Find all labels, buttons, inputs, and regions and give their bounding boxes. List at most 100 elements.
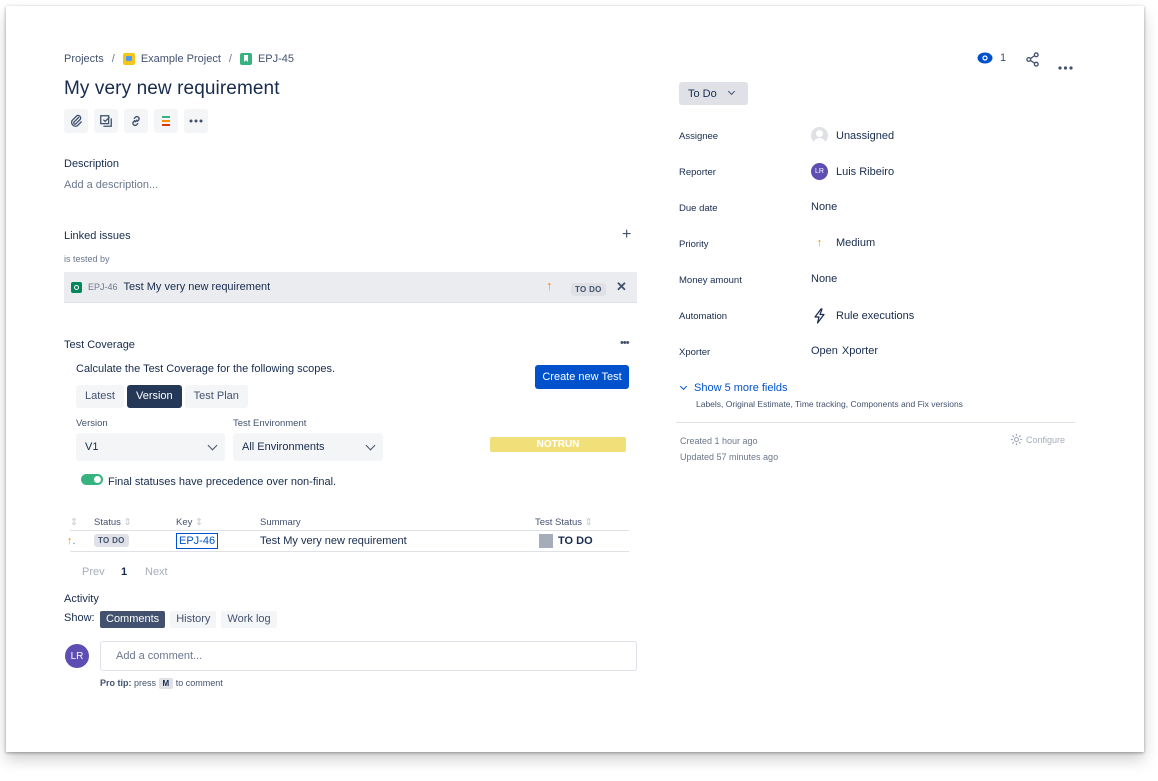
show-more-fields-list: Labels, Original Estimate, Time tracking…	[696, 399, 963, 409]
table-row[interactable]: ↑. TO DO EPJ-46 Test My very new require…	[67, 530, 629, 552]
tab-work-log[interactable]: Work log	[221, 611, 277, 628]
coverage-table: ⇕ Status ⇕ Key ⇕ Summary Test Status ⇕ ↑…	[67, 516, 629, 552]
description-heading: Description	[64, 158, 120, 170]
test-coverage-heading: Test Coverage	[64, 339, 135, 351]
status-lozenge: TO DO	[94, 534, 129, 547]
linked-issue-summary[interactable]: Test My very new requirement	[124, 281, 271, 293]
pro-tip-press: press	[134, 678, 157, 688]
updated-timestamp: Updated 57 minutes ago	[680, 452, 779, 462]
activity-show-label: Show:	[64, 612, 95, 624]
more-actions-icon[interactable]	[1058, 57, 1073, 75]
column-test-status[interactable]: Test Status ⇕	[535, 516, 629, 531]
version-label: Version	[76, 418, 108, 429]
final-status-toggle[interactable]	[81, 474, 103, 485]
configure-button[interactable]: Configure	[1010, 433, 1065, 446]
xray-icon[interactable]	[154, 109, 178, 133]
column-test-status-label: Test Status	[535, 517, 582, 529]
gear-icon	[1010, 433, 1023, 446]
more-icon[interactable]	[184, 109, 208, 133]
environment-select-value: All Environments	[242, 441, 325, 453]
story-icon	[239, 53, 252, 65]
assignee-label: Assignee	[679, 131, 719, 142]
issue-view-frame: Projects / Example Project / EPJ-45 My v…	[6, 6, 1144, 752]
tab-comments[interactable]: Comments	[100, 611, 166, 628]
chevron-down-icon	[679, 382, 688, 390]
version-select-value: V1	[85, 441, 99, 453]
automation-label: Automation	[679, 311, 728, 322]
activity-heading: Activity	[64, 593, 99, 605]
eye-icon	[977, 52, 993, 64]
column-status[interactable]: Status ⇕	[94, 516, 176, 531]
column-key[interactable]: Key ⇕	[176, 516, 260, 531]
money-amount-value[interactable]: None	[811, 273, 837, 285]
keyboard-shortcut-key: M	[158, 678, 174, 689]
create-new-test-button[interactable]: Create new Test	[535, 365, 629, 389]
assignee-value: Unassigned	[836, 129, 895, 142]
status-transition-button[interactable]: To Do	[679, 82, 748, 105]
scope-latest[interactable]: Latest	[76, 385, 124, 408]
description-field[interactable]: Add a description...	[64, 179, 158, 191]
unassigned-avatar-icon	[811, 127, 828, 144]
test-status-text: TO DO	[558, 534, 593, 547]
paperclip-icon[interactable]	[64, 109, 88, 133]
watcher-count: 1	[1000, 52, 1007, 64]
test-coverage-more-icon[interactable]: •••	[620, 337, 630, 349]
issue-key-link[interactable]: EPJ-46	[176, 532, 219, 549]
pro-tip-label: Pro tip:	[100, 678, 132, 688]
scope-selector: Latest Version Test Plan	[76, 385, 248, 408]
checklist-icon[interactable]	[94, 109, 118, 133]
scope-test-plan[interactable]: Test Plan	[184, 385, 248, 408]
priority-value: Medium	[836, 237, 876, 249]
test-icon	[71, 281, 82, 293]
chevron-down-icon	[727, 87, 735, 96]
issue-title[interactable]: My very new requirement	[64, 78, 280, 100]
column-status-label: Status	[94, 517, 121, 529]
automation-field[interactable]: Rule executions	[811, 308, 914, 324]
issue-toolbar	[64, 109, 208, 133]
final-status-toggle-label: Final statuses have precedence over non-…	[108, 476, 337, 488]
breadcrumb-projects[interactable]: Projects	[64, 53, 104, 65]
key-cell: EPJ-46	[176, 530, 260, 552]
xporter-label: Xporter	[679, 347, 711, 358]
linked-issues-heading: Linked issues	[64, 230, 131, 242]
lightning-icon	[814, 308, 825, 324]
test-status-cell: TO DO	[535, 530, 629, 552]
chevron-down-icon	[207, 440, 218, 450]
watch-button[interactable]: 1	[977, 52, 1006, 64]
linked-issue-row[interactable]: EPJ-46 Test My very new requirement ↑ TO…	[64, 272, 637, 303]
environment-select[interactable]: All Environments	[233, 433, 383, 461]
column-sort-icon[interactable]: ⇕	[70, 516, 94, 531]
pager-prev[interactable]: Prev	[82, 566, 105, 578]
breadcrumb-project[interactable]: Example Project	[141, 53, 221, 65]
open-xporter-link[interactable]: Open Xporter	[811, 345, 878, 357]
breadcrumb: Projects / Example Project / EPJ-45	[64, 53, 294, 65]
breadcrumb-separator: /	[111, 53, 115, 65]
add-link-button[interactable]: +	[622, 226, 631, 244]
status-cell: TO DO	[94, 530, 176, 552]
breadcrumb-issue-key[interactable]: EPJ-45	[258, 53, 294, 65]
pro-tip-rest: to comment	[175, 678, 223, 688]
reporter-avatar: LR	[811, 163, 828, 180]
version-select[interactable]: V1	[76, 433, 225, 461]
priority-medium-icon: ↑	[816, 237, 823, 249]
assignee-field[interactable]: Unassigned	[811, 127, 894, 144]
due-date-label: Due date	[679, 203, 718, 214]
scope-version[interactable]: Version	[126, 385, 182, 408]
priority-field[interactable]: ↑ Medium	[811, 237, 875, 249]
comment-input[interactable]: Add a comment...	[100, 641, 637, 671]
column-summary[interactable]: Summary	[260, 516, 535, 531]
coverage-status-bar: NOTRUN	[490, 437, 626, 452]
chevron-down-icon	[365, 440, 376, 450]
link-icon[interactable]	[124, 109, 148, 133]
unlink-close-icon[interactable]: ✕	[616, 279, 627, 295]
reporter-field[interactable]: LR Luis Ribeiro	[811, 163, 894, 180]
pager-page[interactable]: 1	[121, 566, 127, 578]
pager-next[interactable]: Next	[145, 566, 168, 578]
linked-issue-key[interactable]: EPJ-46	[88, 282, 118, 292]
summary-cell: Test My very new requirement	[260, 530, 535, 552]
show-more-fields-button[interactable]: Show 5 more fields	[679, 382, 788, 394]
share-icon[interactable]	[1025, 52, 1040, 72]
environment-label: Test Environment	[233, 418, 307, 429]
tab-history[interactable]: History	[170, 611, 217, 628]
due-date-value[interactable]: None	[811, 201, 837, 213]
